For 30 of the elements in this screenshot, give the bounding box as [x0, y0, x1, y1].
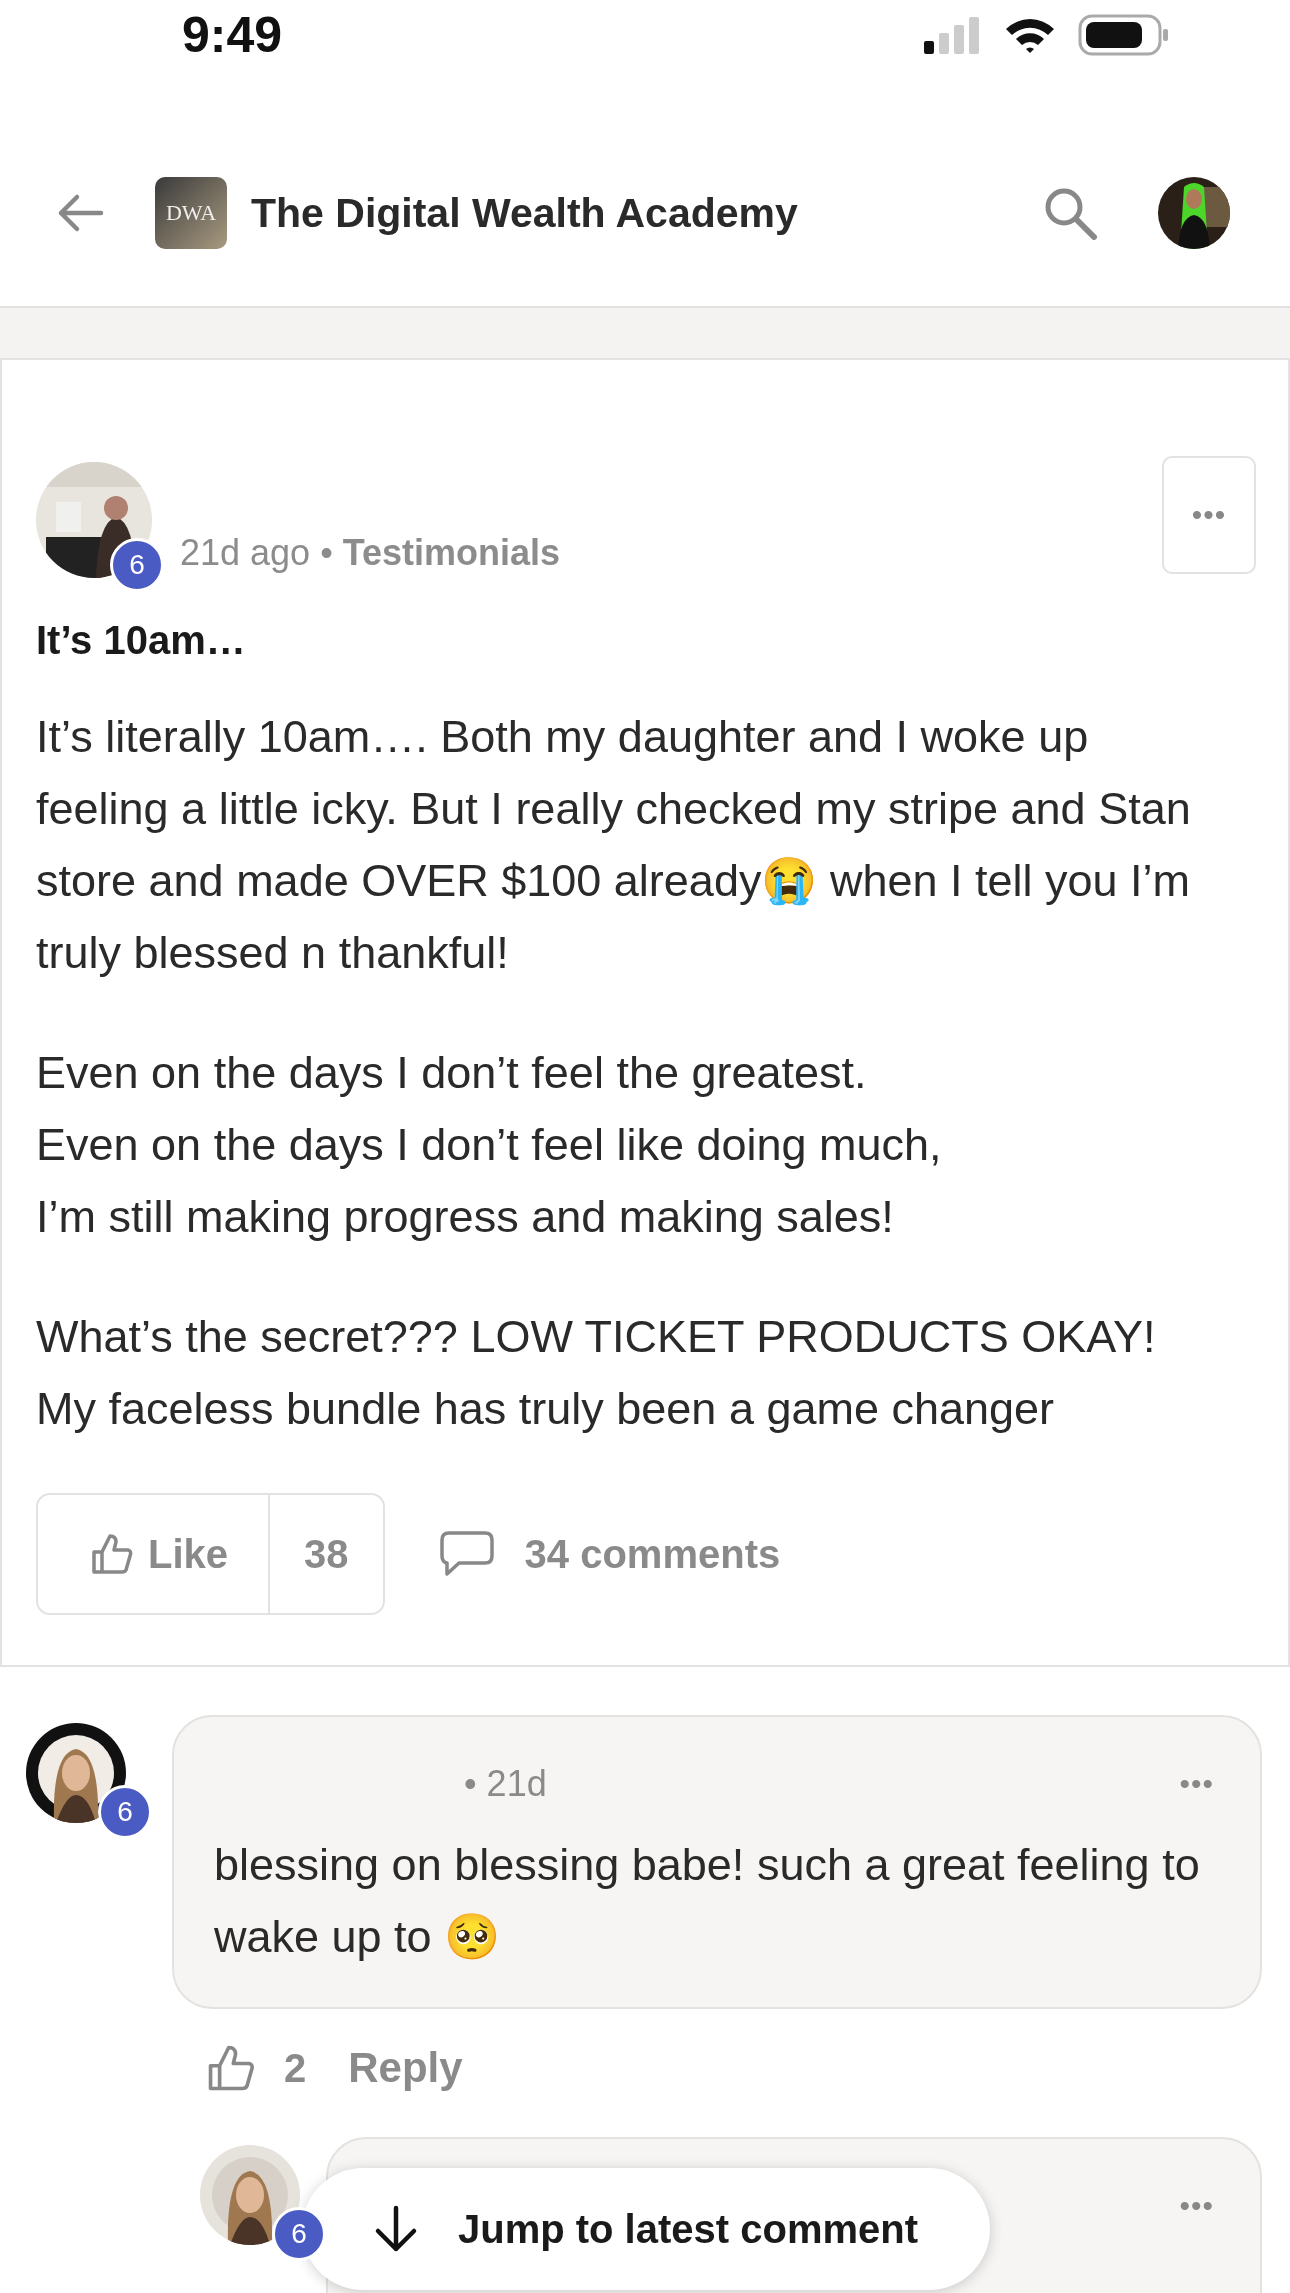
post-text: What’s the secret??? LOW TICKET PRODUCTS OKAY! My faceless bundle has truly been a game changer [36, 1310, 1157, 1436]
thumbs-up-icon[interactable] [206, 2043, 256, 2093]
more-button[interactable]: ••• [1179, 1767, 1214, 1801]
like-count: 2 [284, 2045, 307, 2091]
post-text: I’m still making progress and making sales! [36, 1190, 895, 1244]
group-logo: DWA [155, 177, 227, 249]
group-title: The Digital Wealth Academy [251, 189, 799, 237]
like-count: 38 [303, 1530, 350, 1578]
comment-time: • 21d [464, 1763, 547, 1805]
more-button[interactable]: ••• [1179, 2189, 1214, 2223]
thumbs-up-icon [90, 1532, 134, 1576]
signal-icon [922, 15, 982, 55]
separator-dot: • [320, 532, 333, 574]
post-text: Even on the days I don’t feel like doing much, [36, 1118, 943, 1172]
comments-button[interactable]: 34 comments [438, 1530, 781, 1578]
speech-bubble-icon [438, 1530, 495, 1578]
more-button[interactable]: ••• [1162, 456, 1256, 574]
down-arrow-icon [373, 2205, 418, 2253]
battery-icon [1078, 14, 1170, 56]
comment-text: blessing on blessing babe! such a great feeling to wake up to 🥺 [214, 1838, 1201, 1964]
post-text: Even on the days I don’t feel the greatest. [36, 1046, 868, 1100]
reply-button[interactable]: Reply [334, 2044, 463, 2092]
post-title: It’s 10am… [36, 618, 247, 663]
post-time: 21d ago [180, 532, 311, 574]
post-text: It’s literally 10am…. Both my daughter and I woke up feeling a little icky. But I really checked my stripe and Stan store and made OVER $100 already😭 when I tell you I’m truly blessed n thankful! [36, 710, 1192, 980]
status-time: 9:49 [182, 6, 283, 64]
level-badge: 6 [110, 538, 164, 592]
category-link[interactable]: Testimonials [342, 532, 561, 574]
like-button[interactable]: Like [38, 1495, 271, 1613]
level-badge: 6 [98, 1785, 152, 1839]
